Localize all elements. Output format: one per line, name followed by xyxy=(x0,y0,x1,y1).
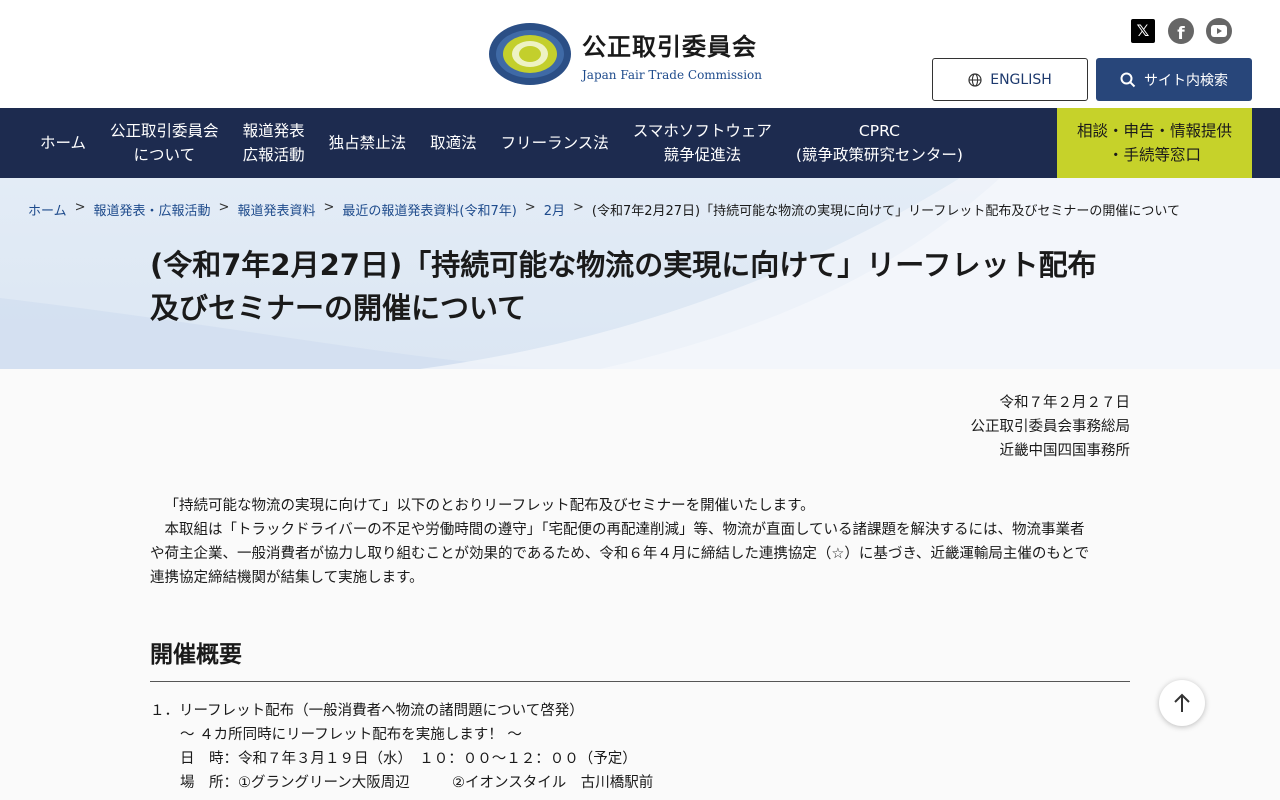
breadcrumb-separator: > xyxy=(572,200,584,215)
breadcrumb-press-materials[interactable]: 報道発表資料 xyxy=(237,200,315,219)
place-a: 場 所：①グラングリーン大阪周辺 xyxy=(180,775,410,791)
site-search-button[interactable]: サイト内検索 xyxy=(1096,58,1252,101)
issuer-office: 近畿中国四国事務所 xyxy=(999,443,1131,459)
breadcrumb-recent[interactable]: 最近の報道発表資料(令和7年) xyxy=(342,200,516,219)
intro-paragraph-1: 「持続可能な物流の実現に向けて」以下のとおりリーフレット配布及びセミナーを開催い… xyxy=(164,498,815,514)
intro-text: 「持続可能な物流の実現に向けて」以下のとおりリーフレット配布及びセミナーを開催い… xyxy=(150,494,1130,590)
list-item-place: 場 所：①グラングリーン大阪周辺 ②イオンスタイル 古川橋駅前 xyxy=(150,771,1130,795)
page-hero: ホーム > 報道発表・広報活動 > 報道発表資料 > 最近の報道発表資料(令和7… xyxy=(0,178,1280,369)
page-title: (令和7年2月27日)「持続可能な物流の実現に向けて」リーフレット配布 及びセミ… xyxy=(150,244,1130,330)
breadcrumb-current: (令和7年2月27日)「持続可能な物流の実現に向けて」リーフレット配布及びセミナ… xyxy=(591,204,1180,219)
site-header: 公正取引委員会 Japan Fair Trade Commission 𝕏 f … xyxy=(0,0,1280,108)
breadcrumb-separator: > xyxy=(524,200,536,215)
nav-home[interactable]: ホーム xyxy=(28,108,98,178)
breadcrumb: ホーム > 報道発表・広報活動 > 報道発表資料 > 最近の報道発表資料(令和7… xyxy=(28,200,1180,219)
logo-title-en: Japan Fair Trade Commission xyxy=(582,67,762,82)
facebook-icon[interactable]: f xyxy=(1168,18,1194,44)
logo-title-ja: 公正取引委員会 xyxy=(582,32,757,61)
intro-paragraph-2: 本取組は「トラックドライバーの不足や労働時間の遵守」「宅配便の再配達削減」等、物… xyxy=(164,522,1085,538)
youtube-icon[interactable] xyxy=(1206,18,1232,44)
breadcrumb-separator: > xyxy=(74,200,86,215)
back-to-top-button[interactable] xyxy=(1159,680,1205,726)
breadcrumb-press[interactable]: 報道発表・広報活動 xyxy=(94,200,211,219)
globe-icon xyxy=(968,72,982,87)
main-content: 令和７年２月２７日 公正取引委員会事務総局 近畿中国四国事務所 「持続可能な物流… xyxy=(0,369,1280,800)
x-icon[interactable]: 𝕏 xyxy=(1130,18,1156,44)
nav-consultation[interactable]: 相談・申告・情報提供 ・手続等窓口 xyxy=(1057,108,1252,178)
issue-date: 令和７年２月２７日 xyxy=(999,395,1131,411)
nav-antimonopoly[interactable]: 独占禁止法 xyxy=(317,108,419,178)
breadcrumb-home[interactable]: ホーム xyxy=(28,200,67,219)
search-icon xyxy=(1120,72,1136,87)
page-title-line2: 及びセミナーの開催について xyxy=(150,291,527,325)
nav-press[interactable]: 報道発表 広報活動 xyxy=(231,108,317,178)
arrow-up-icon xyxy=(1174,693,1190,712)
page-title-line1: (令和7年2月27日)「持続可能な物流の実現に向けて」リーフレット配布 xyxy=(150,248,1097,282)
social-links: 𝕏 f xyxy=(1130,18,1232,44)
intro-paragraph-2-end: 連携協定締結機関が結集して実施します。 xyxy=(150,570,424,586)
english-label: ENGLISH xyxy=(990,71,1052,88)
nav-cprc[interactable]: CPRC (競争政策研究センター) xyxy=(784,108,975,178)
list-item-title: １．リーフレット配布（一般消費者へ物流の諸問題について啓発） xyxy=(150,703,584,719)
breadcrumb-separator: > xyxy=(323,200,335,215)
issuer-org: 公正取引委員会事務総局 xyxy=(970,419,1131,435)
nav-torite[interactable]: 取適法 xyxy=(418,108,489,178)
nav-smartphone[interactable]: スマホソフトウェア 競争促進法 xyxy=(621,108,784,178)
nav-freelance[interactable]: フリーランス法 xyxy=(489,108,621,178)
breadcrumb-february[interactable]: 2月 xyxy=(544,200,565,219)
english-button[interactable]: ENGLISH xyxy=(932,58,1088,101)
jftc-emblem xyxy=(489,23,571,85)
search-label: サイト内検索 xyxy=(1144,72,1228,89)
list-item-date: 日 時：令和７年３月１９日（水） １０：００～１２：００（予定） xyxy=(180,751,637,767)
nav-about[interactable]: 公正取引委員会 について xyxy=(98,108,231,178)
section-heading: 開催概要 xyxy=(150,635,1130,682)
site-logo[interactable]: 公正取引委員会 Japan Fair Trade Commission xyxy=(488,22,762,86)
breadcrumb-separator: > xyxy=(218,200,230,215)
global-nav: ホーム 公正取引委員会 について 報道発表 広報活動 独占禁止法 取適法 フリー… xyxy=(0,108,1280,178)
place-b: ②イオンスタイル 古川橋駅前 xyxy=(452,775,654,791)
list-item-subtitle: ～ ４カ所同時にリーフレット配布を実施します！ ～ xyxy=(180,727,522,743)
intro-paragraph-2-cont: や荷主企業、一般消費者が協力し取り組むことが効果的であるため、令和６年４月に締結… xyxy=(150,546,1090,562)
issuer-block: 令和７年２月２７日 公正取引委員会事務総局 近畿中国四国事務所 xyxy=(971,391,1131,463)
event-list: １．リーフレット配布（一般消費者へ物流の諸問題について啓発） ～ ４カ所同時にリ… xyxy=(150,699,1130,795)
